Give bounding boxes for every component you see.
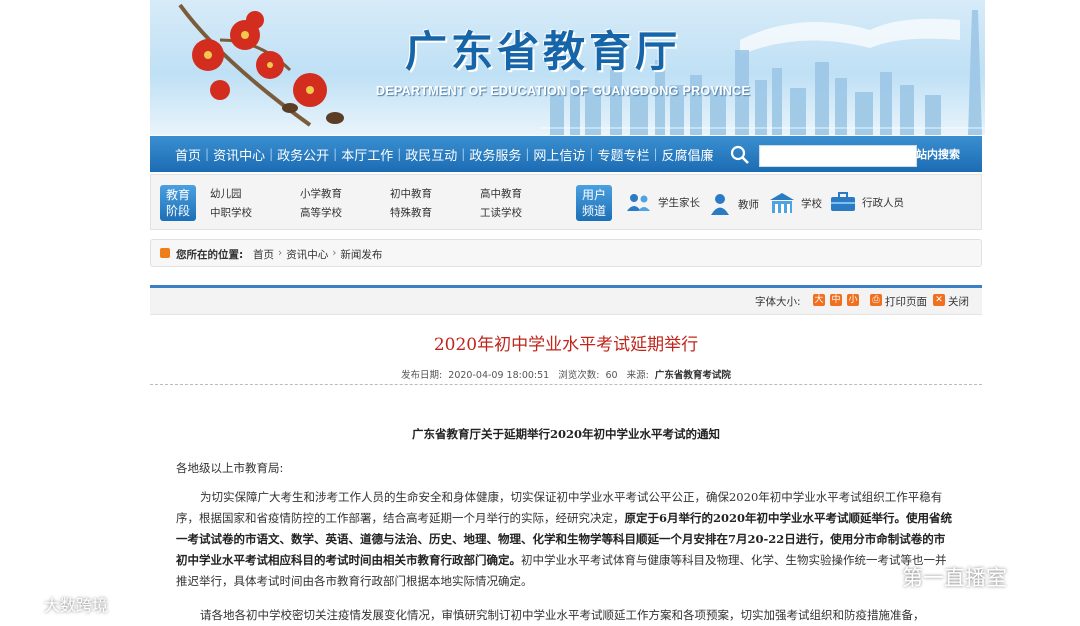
- badge-line-1: 教育: [165, 188, 190, 202]
- nav-separator: |: [333, 147, 338, 161]
- font-size-medium-button[interactable]: 中: [830, 294, 842, 306]
- breadcrumb-home[interactable]: 首页: [253, 247, 274, 262]
- nav-separator: |: [653, 147, 658, 161]
- site-search-button[interactable]: 站内搜索: [916, 146, 960, 162]
- role-parents[interactable]: 学生家长: [626, 192, 700, 212]
- badge-line-2: 频道: [581, 204, 606, 218]
- nav-separator: |: [205, 147, 210, 161]
- stage-link-higher-ed[interactable]: 高等学校: [300, 205, 342, 220]
- category-bar: 教育 阶段 幼儿园 小学教育 初中教育 高中教育 中职学校 高等学校 特殊教育 …: [150, 174, 982, 230]
- notice-paragraph-1: 为切实保障广大考生和涉考工作人员的生命安全和身体健康，切实保证初中学业水平考试公…: [176, 487, 956, 592]
- meta-source-label: 来源:: [626, 370, 649, 381]
- role-teacher[interactable]: 教师: [708, 192, 759, 216]
- briefcase-icon: [831, 192, 855, 211]
- font-size-label: 字体大小:: [755, 296, 801, 308]
- breadcrumb-news-center[interactable]: 资讯中心: [286, 247, 328, 262]
- search-icon: [730, 145, 749, 164]
- nav-news-center[interactable]: 资讯中心: [211, 145, 267, 164]
- font-size-large-button[interactable]: 大: [813, 294, 825, 306]
- article-title: 2020年初中学业水平考试延期举行: [433, 335, 699, 355]
- site-search-input[interactable]: [759, 145, 917, 167]
- user-channel-badge: 用户 频道: [576, 185, 612, 221]
- font-size-small-button[interactable]: 小: [847, 294, 859, 306]
- nav-separator: |: [525, 147, 530, 161]
- stage-link-vocational[interactable]: 中职学校: [210, 205, 252, 220]
- role-school[interactable]: 学校: [769, 192, 822, 214]
- nav-gov-services[interactable]: 政务服务: [467, 145, 523, 164]
- nav-items: 首页 | 资讯中心 | 政务公开 | 本厅工作 | 政民互动 | 政务服务 | 网上信访 | …: [173, 136, 716, 172]
- location-icon: [160, 248, 170, 258]
- stage-link-senior-high[interactable]: 高中教育: [480, 186, 522, 201]
- school-icon: [770, 193, 794, 213]
- print-page-button[interactable]: 打印页面: [885, 294, 927, 309]
- nav-gov-disclosure[interactable]: 政务公开: [275, 145, 331, 164]
- meta-views: 60: [605, 370, 618, 381]
- site-subtitle: DEPARTMENT OF EDUCATION OF GUANGDONG PRO…: [376, 84, 751, 98]
- education-stage-badge: 教育 阶段: [160, 185, 196, 221]
- breadcrumb: 您所在的位置: 首页 › 资讯中心 › 新闻发布: [150, 239, 982, 267]
- nav-home[interactable]: 首页: [173, 145, 203, 164]
- nav-separator: |: [589, 147, 594, 161]
- meta-date-label: 发布日期:: [401, 370, 443, 381]
- breadcrumb-separator: ›: [332, 247, 337, 259]
- stage-link-junior-high[interactable]: 初中教育: [390, 186, 432, 201]
- print-icon: ⎙: [870, 294, 882, 306]
- notice-title: 广东省教育厅关于延期举行2020年初中学业水平考试的通知: [411, 427, 720, 441]
- article-toolbar: 字体大小: 大 中 小 ⎙ 打印页面 ✕ 关闭: [150, 288, 982, 315]
- nav-separator: |: [461, 147, 466, 161]
- breadcrumb-label: 您所在的位置:: [176, 249, 244, 261]
- watermark-left: 大数跨境: [10, 592, 108, 616]
- meta-date: 2020-04-09 18:00:51: [448, 370, 550, 381]
- wechat-icon: [871, 566, 901, 588]
- stage-link-special-ed[interactable]: 特殊教育: [390, 205, 432, 220]
- site-title: 广东省教育厅: [405, 27, 682, 76]
- breadcrumb-news-release[interactable]: 新闻发布: [340, 247, 382, 262]
- badge-line-2: 阶段: [165, 204, 190, 218]
- watermark-right-text: 第一直播室: [902, 566, 1007, 590]
- nav-separator: |: [269, 147, 274, 161]
- site-banner: 广东省教育厅 DEPARTMENT OF EDUCATION OF GUANGD…: [0, 0, 1080, 135]
- watermark-right: 第一直播室: [870, 562, 1007, 592]
- article-meta: 发布日期: 2020-04-09 18:00:51 浏览次数: 60 来源: 广…: [150, 367, 982, 381]
- role-label: 学生家长: [658, 196, 700, 209]
- stage-link-primary[interactable]: 小学教育: [300, 186, 342, 201]
- meta-source: 广东省教育考试院: [654, 370, 731, 381]
- stage-link-kindergarten[interactable]: 幼儿园: [210, 186, 242, 201]
- role-administrator[interactable]: 行政人员: [830, 192, 904, 212]
- meta-divider: [150, 384, 982, 385]
- kapok-flower-illustration: [178, 3, 344, 127]
- teacher-icon: [711, 194, 729, 215]
- parents-icon: [627, 194, 650, 211]
- nav-online-petition[interactable]: 网上信访: [531, 145, 587, 164]
- main-navigation: 首页 | 资讯中心 | 政务公开 | 本厅工作 | 政民互动 | 政务服务 | 网上信访 | …: [150, 136, 982, 172]
- role-label: 学校: [801, 197, 822, 210]
- close-page-button[interactable]: 关闭: [948, 294, 969, 309]
- stage-link-work-study[interactable]: 工读学校: [480, 205, 522, 220]
- nav-interaction[interactable]: 政民互动: [403, 145, 459, 164]
- nav-separator: |: [397, 147, 402, 161]
- notice-paragraph-2: 请各地各初中学校密切关注疫情发展变化情况，审慎研究制订初中学业水平考试顺延工作方…: [200, 608, 925, 622]
- breadcrumb-separator: ›: [278, 247, 283, 259]
- close-icon: ✕: [933, 294, 945, 306]
- notice-greeting: 各地级以上市教育局:: [176, 461, 284, 475]
- watermark-logo-icon: [11, 596, 38, 611]
- role-label: 教师: [738, 198, 759, 211]
- nav-dept-work[interactable]: 本厅工作: [339, 145, 395, 164]
- nav-anti-corruption[interactable]: 反腐倡廉: [660, 145, 716, 164]
- meta-views-label: 浏览次数:: [558, 370, 600, 381]
- watermark-left-text: 大数跨境: [44, 596, 109, 615]
- role-label: 行政人员: [862, 196, 904, 209]
- badge-line-1: 用户: [581, 188, 606, 202]
- breadcrumb-items: 首页 › 资讯中心 › 新闻发布: [253, 247, 382, 262]
- nav-special-topics[interactable]: 专题专栏: [595, 145, 651, 164]
